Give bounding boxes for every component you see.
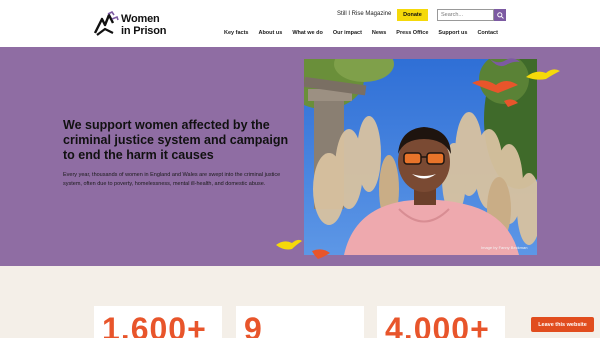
logo-line-2: in Prison — [121, 25, 167, 37]
nav-press-office[interactable]: Press Office — [396, 30, 428, 36]
nav-contact[interactable]: Contact — [477, 30, 497, 36]
leave-website-button[interactable]: Leave this website — [531, 317, 594, 332]
women-in-prison-logo-icon — [93, 11, 119, 36]
stat-value-2: 9 — [244, 311, 263, 338]
stat-value-3: 4,000+ — [385, 311, 490, 338]
search-icon — [496, 11, 504, 19]
main-nav: Key facts About us What we do Our impact… — [224, 30, 498, 36]
nav-key-facts[interactable]: Key facts — [224, 30, 248, 36]
search-input[interactable] — [437, 9, 494, 21]
stat-card-1: 1,600+ — [94, 306, 222, 338]
hero-description: Every year, thousands of women in Englan… — [63, 172, 281, 187]
decorative-birds-bottom — [276, 239, 330, 259]
search-button[interactable] — [494, 9, 506, 21]
stats-section: 1,600+ 9 4,000+ — [0, 266, 600, 338]
nav-our-impact[interactable]: Our impact — [333, 30, 362, 36]
nav-about-us[interactable]: About us — [258, 30, 282, 36]
logo-link[interactable]: Women in Prison — [93, 9, 173, 39]
logo-line-1: Women — [121, 13, 160, 25]
stat-card-2: 9 — [236, 306, 364, 338]
photo-credit: Image by Fanny Beckman — [481, 245, 528, 250]
stat-card-3: 4,000+ — [377, 306, 505, 338]
decorative-birds — [472, 58, 560, 107]
stat-value-1: 1,600+ — [102, 311, 207, 338]
magazine-link[interactable]: Still I Rise Magazine — [337, 11, 391, 17]
nav-support-us[interactable]: Support us — [438, 30, 467, 36]
hero-title: We support women affected by the crimina… — [63, 118, 289, 162]
site-header: Women in Prison Still I Rise Magazine Do… — [0, 0, 600, 47]
nav-news[interactable]: News — [372, 30, 386, 36]
logo-text: Women in Prison — [121, 13, 166, 37]
hero-section: We support women affected by the crimina… — [0, 47, 600, 266]
donate-button[interactable]: Donate — [397, 9, 428, 21]
nav-what-we-do[interactable]: What we do — [292, 30, 323, 36]
